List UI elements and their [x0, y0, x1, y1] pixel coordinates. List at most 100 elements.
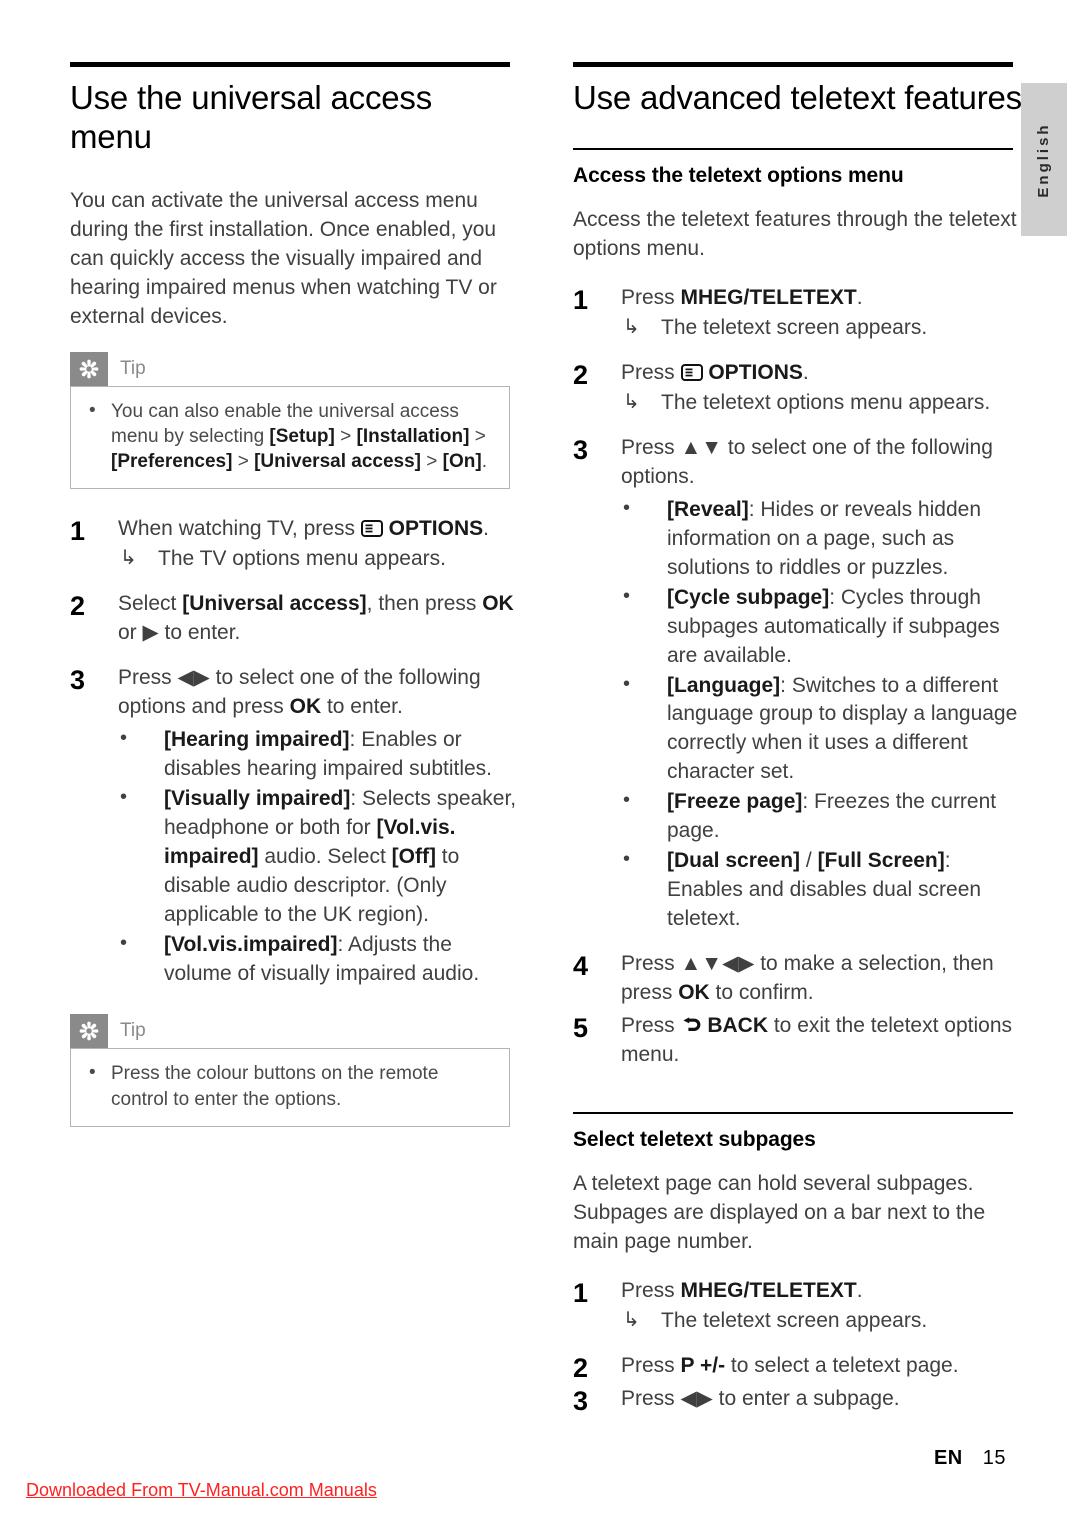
asterisk-icon [70, 351, 108, 386]
emphasis-text: OK [482, 591, 514, 615]
bullet-dot: • [623, 789, 631, 812]
emphasis-text: [Dual screen] [667, 849, 801, 873]
list-item: • [Dual screen] / [Full Screen]: Enables… [621, 847, 1023, 934]
step-result: ↳ The TV options menu appears. [118, 545, 520, 574]
step-number: 5 [573, 1013, 589, 1044]
step-text: Press MHEG/TELETEXT. [621, 1279, 863, 1302]
step-result: ↳ The teletext screen appears. [621, 1307, 1023, 1336]
emphasis-text: [Full Screen] [817, 849, 945, 873]
emphasis-text: [Vol.vis.impaired] [164, 932, 338, 956]
emphasis-text: OK [289, 694, 322, 718]
step-text: Select [Universal access], then press OK… [118, 591, 514, 644]
page-title: Use the universal access menu [70, 79, 433, 155]
list-item: • [Freeze page]: Freezes the current pag… [621, 788, 1023, 846]
footer-lang-code: EN [933, 1447, 963, 1469]
bullet-dot: • [623, 848, 631, 871]
result-text: The teletext screen appears. [661, 315, 928, 339]
step-number: 1 [70, 515, 86, 546]
result-text: The teletext options menu appears. [661, 390, 991, 414]
tip-label: Tip [120, 357, 146, 379]
bullet-dot: • [120, 785, 128, 808]
emphasis-text: MHEG/TELETEXT [680, 285, 857, 309]
tip-label: Tip [120, 1020, 146, 1042]
result-text: The teletext screen appears. [661, 1308, 928, 1332]
tip-box-top: Tip • You can also enable the universal … [70, 351, 510, 489]
bullet-text: [Language]: Switches to a different lang… [667, 673, 1018, 784]
tip-body: • You can also enable the universal acce… [70, 385, 510, 489]
bullet-dot: • [120, 726, 128, 749]
result-arrow-icon: ↳ [623, 315, 640, 338]
tip-list-item: • You can also enable the universal acce… [85, 399, 495, 474]
step-item: 5 Press BACK to exit the teletext option… [573, 1012, 1023, 1070]
result-text: The TV options menu appears. [158, 546, 446, 570]
step-text: When watching TV, press OPTIONS. [118, 516, 489, 540]
tip-list-item: • Press the colour buttons on the remote… [85, 1061, 495, 1111]
page-title-secondary: Use advanced teletext features [573, 79, 1022, 116]
tip-list: • You can also enable the universal acce… [85, 399, 495, 474]
result-arrow-icon: ↳ [623, 390, 640, 413]
step-number: 3 [573, 434, 589, 465]
language-tab-label: English [1035, 121, 1052, 198]
right-column: Use advanced teletext features Access th… [573, 62, 1023, 1418]
bullet-text: [Visually impaired]: Selects speaker, he… [164, 786, 517, 926]
emphasis-text: [Setup] [269, 425, 335, 447]
step-result: ↳ The teletext options menu appears. [621, 389, 1023, 418]
intro-paragraph: You can activate the universal access me… [70, 188, 497, 328]
emphasis-text: [On] [442, 450, 482, 472]
bullet-text: [Vol.vis.impaired]: Adjusts the volume o… [164, 932, 480, 985]
emphasis-text: MHEG/TELETEXT [680, 1279, 857, 1302]
list-item: • [Cycle subpage]: Cycles through subpag… [621, 584, 1023, 671]
options-icon [360, 517, 383, 537]
emphasis-text: [Universal access] [182, 591, 367, 615]
step-bullets: • [Hearing impaired]: Enables or disable… [118, 726, 520, 989]
step-item: 1 Press MHEG/TELETEXT. ↳ The teletext sc… [573, 284, 1023, 343]
step-number: 2 [573, 359, 589, 390]
step-number: 2 [70, 590, 86, 621]
step-item: 2 Select [Universal access], then press … [70, 590, 520, 648]
emphasis-text: [Off] [391, 844, 436, 868]
section-heading: Select teletext subpages [573, 1128, 816, 1152]
step-item: 3 Press ▲▼ to select one of the followin… [573, 434, 1023, 934]
emphasis-text: [Installation] [356, 425, 470, 447]
result-arrow-icon: ↳ [120, 546, 137, 569]
emphasis-text: [Reveal] [667, 497, 749, 521]
bullet-dot: • [623, 496, 631, 519]
bullet-dot: • [623, 584, 631, 607]
step-number: 1 [573, 284, 589, 315]
asterisk-icon [70, 1014, 108, 1049]
list-item: • [Language]: Switches to a different la… [621, 672, 1023, 788]
step-number: 1 [573, 1278, 589, 1308]
page-number: 15 [982, 1447, 1006, 1469]
step-text: Press ▲▼ to select one of the following … [621, 435, 993, 488]
footer-page-info: EN 15 [934, 1447, 1006, 1470]
emphasis-text: [Hearing impaired] [164, 727, 350, 751]
bullet-dot: • [120, 931, 128, 954]
left-column: Use the universal access menu You can ac… [70, 62, 520, 1153]
step-number: 4 [573, 951, 589, 982]
emphasis-text: P +/- [680, 1353, 726, 1377]
tip-item-text: Press the colour buttons on the remote c… [111, 1063, 439, 1110]
bullet-text: [Cycle subpage]: Cycles through subpages… [667, 585, 1000, 667]
section-intro: Access the teletext features through the… [573, 207, 1017, 260]
section-rule [573, 147, 1013, 150]
step-item: 3 Press ◀▶ to select one of the followin… [70, 664, 520, 989]
title-rule [70, 62, 510, 67]
step-result: ↳ The teletext screen appears. [621, 314, 1023, 343]
list-item: • [Vol.vis.impaired]: Adjusts the volume… [118, 931, 520, 989]
bullet-text: [Hearing impaired]: Enables or disables … [164, 727, 493, 780]
step-text: Press ▲▼◀▶ to make a selection, then pre… [621, 952, 994, 1005]
emphasis-text: OPTIONS [702, 360, 803, 384]
bullet-dot: • [89, 399, 96, 421]
title-rule [573, 62, 1013, 67]
step-text: Press OPTIONS. [621, 360, 809, 384]
right-steps-list-1: 1 Press MHEG/TELETEXT. ↳ The teletext sc… [573, 284, 1023, 1070]
watermark-link[interactable]: Downloaded From TV-Manual.com Manuals [26, 1480, 377, 1501]
bullet-dot: • [89, 1062, 96, 1084]
emphasis-text: OPTIONS [382, 516, 484, 540]
emphasis-text: [Language] [667, 673, 781, 697]
section-intro: A teletext page can hold several subpage… [573, 1172, 986, 1254]
step-item: 1 Press MHEG/TELETEXT. ↳ The teletext sc… [573, 1277, 1023, 1336]
section-rule [573, 1112, 1013, 1115]
emphasis-text: [Cycle subpage] [667, 585, 830, 609]
step-text: Press ◀▶ to enter a subpage. [621, 1386, 900, 1410]
